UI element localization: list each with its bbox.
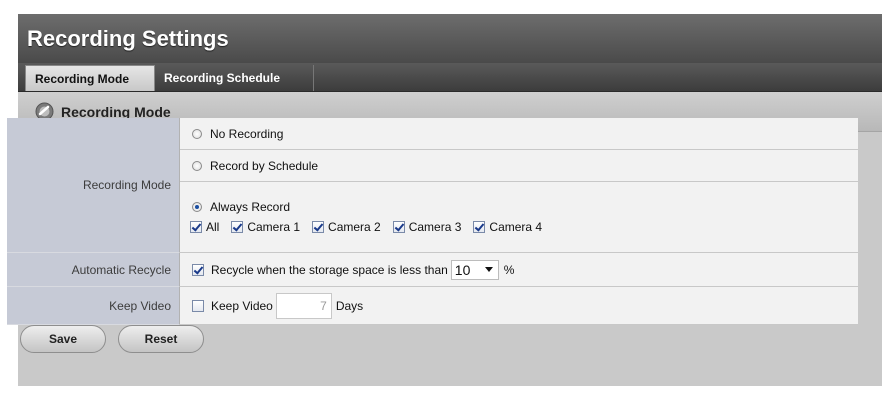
camera-3-label: Camera 3 — [408, 220, 462, 234]
recording-mode-label: Recording Mode — [7, 118, 180, 253]
record-by-schedule-label: Record by Schedule — [210, 158, 319, 173]
tab-recording-mode[interactable]: Recording Mode — [25, 65, 155, 91]
option-always-record: Always Record All Camera 1 Camera 2 Came… — [180, 182, 858, 253]
recycle-checkbox[interactable] — [192, 263, 204, 276]
chevron-down-icon — [484, 267, 493, 272]
camera-3-checkbox[interactable] — [392, 221, 405, 233]
always-record-option[interactable]: Always Record — [192, 200, 290, 214]
camera-1-label: Camera 1 — [247, 220, 301, 234]
always-record-radio[interactable] — [192, 202, 202, 212]
keep-video-days-unit: Days — [335, 298, 364, 313]
camera-2-label: Camera 2 — [328, 220, 381, 234]
keep-video-days-input[interactable] — [275, 292, 332, 319]
keep-video-checkbox-label: Keep Video — [211, 298, 273, 313]
camera-all-item[interactable]: All — [190, 220, 219, 234]
automatic-recycle-row: Automatic Recycle Recycle when the stora… — [7, 253, 858, 287]
recording-mode-row: Recording Mode No Recording Record by Sc… — [7, 118, 858, 253]
button-bar: Save Reset — [20, 325, 204, 353]
no-recording-radio[interactable] — [192, 128, 202, 139]
camera-2-item[interactable]: Camera 2 — [312, 220, 381, 234]
camera-checkbox-group: All Camera 1 Camera 2 Camera 3 Camera 4 — [190, 220, 554, 234]
camera-4-checkbox[interactable] — [473, 221, 486, 233]
save-button[interactable]: Save — [20, 325, 106, 353]
keep-video-label: Keep Video — [7, 287, 180, 325]
always-record-label: Always Record — [210, 200, 291, 214]
keep-video-control: Keep Video Days — [180, 287, 858, 325]
camera-2-checkbox[interactable] — [312, 221, 325, 233]
option-no-recording[interactable]: No Recording — [180, 118, 858, 150]
recording-mode-options: No Recording Record by Schedule Always R… — [180, 118, 858, 253]
no-recording-label: No Recording — [210, 126, 284, 141]
keep-video-row: Keep Video Keep Video Days — [7, 287, 858, 325]
recycle-threshold-value: 10 — [454, 261, 471, 278]
tab-bar: Recording Mode Recording Schedule — [18, 63, 882, 92]
option-record-by-schedule[interactable]: Record by Schedule — [180, 150, 858, 182]
camera-1-checkbox[interactable] — [231, 221, 244, 233]
camera-all-checkbox[interactable] — [190, 221, 202, 233]
reset-button[interactable]: Reset — [118, 325, 204, 353]
camera-3-item[interactable]: Camera 3 — [392, 220, 462, 234]
settings-form: Recording Mode No Recording Record by Sc… — [7, 118, 858, 325]
automatic-recycle-label: Automatic Recycle — [7, 253, 180, 287]
tab-recording-schedule[interactable]: Recording Schedule — [155, 65, 314, 91]
camera-4-label: Camera 4 — [489, 220, 543, 234]
keep-video-checkbox[interactable] — [192, 299, 204, 312]
camera-1-item[interactable]: Camera 1 — [231, 220, 300, 234]
recycle-unit: % — [503, 262, 515, 277]
automatic-recycle-control: Recycle when the storage space is less t… — [180, 253, 858, 287]
page-title: Recording Settings — [18, 14, 882, 63]
camera-4-item[interactable]: Camera 4 — [473, 220, 542, 234]
camera-all-label: All — [206, 220, 220, 234]
recycle-threshold-select[interactable]: 10 — [450, 259, 499, 280]
record-by-schedule-radio[interactable] — [192, 160, 202, 171]
recycle-checkbox-label: Recycle when the storage space is less t… — [211, 262, 448, 277]
